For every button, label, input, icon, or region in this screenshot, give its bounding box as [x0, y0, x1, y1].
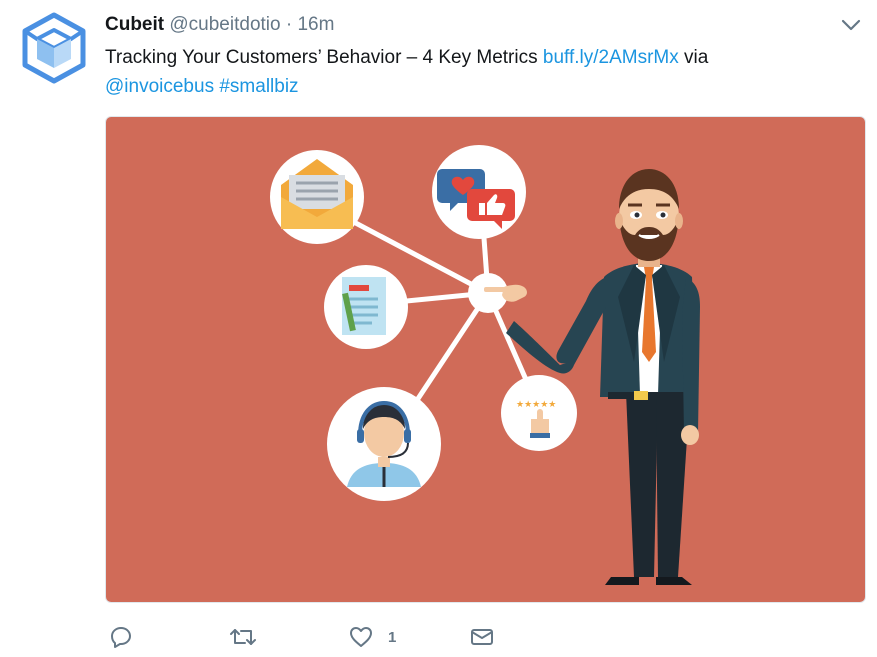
user-handle[interactable]: @cubeitdotio	[169, 14, 280, 35]
heart-icon	[350, 627, 372, 647]
email-metric-icon	[270, 150, 364, 244]
document-metric-icon	[324, 265, 408, 349]
avatar[interactable]	[22, 12, 86, 84]
retweet-icon	[230, 629, 256, 645]
header-separator: ·	[285, 14, 293, 35]
mention-link[interactable]: @invoicebus	[105, 76, 214, 97]
like-button[interactable]: 1	[348, 622, 396, 652]
rating-metric-icon: ★★★★★	[501, 375, 577, 451]
reply-button[interactable]	[109, 622, 133, 652]
social-feedback-icon	[432, 145, 526, 239]
retweet-button[interactable]	[229, 622, 257, 652]
tweet-link[interactable]: buff.ly/2AMsrMx	[543, 47, 679, 68]
tweet-actions: 1	[105, 622, 605, 652]
tweet-media-image[interactable]: ★★★★★	[105, 116, 866, 603]
hub-node	[468, 273, 508, 313]
support-agent-icon	[327, 387, 441, 501]
tweet-timestamp[interactable]: 16m	[297, 14, 334, 35]
tweet-text-main: Tracking Your Customers’ Behavior – 4 Ke…	[105, 47, 543, 68]
customer-metrics-illustration: ★★★★★	[106, 117, 865, 602]
like-count: 1	[388, 628, 397, 646]
hashtag-link[interactable]: #smallbiz	[219, 76, 298, 97]
tweet-header: Cubeit @cubeitdotio · 16m	[105, 12, 334, 38]
cube-logo-icon	[22, 12, 86, 84]
rating-stars: ★★★★★	[516, 400, 556, 410]
tweet-text-via: via	[678, 47, 709, 68]
reply-icon	[111, 627, 131, 648]
tweet-text: Tracking Your Customers’ Behavior – 4 Ke…	[105, 43, 805, 101]
direct-message-button[interactable]	[469, 622, 495, 652]
chevron-down-icon	[841, 19, 861, 31]
more-options-button[interactable]	[838, 14, 864, 36]
display-name[interactable]: Cubeit	[105, 14, 164, 35]
envelope-icon	[471, 629, 493, 645]
